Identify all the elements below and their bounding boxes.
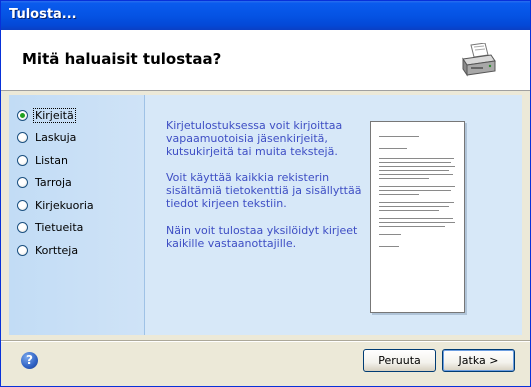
dialog-header: Mitä haluaisit tulostaa?: [1, 30, 530, 91]
description-paragraph-2: Voit käyttää kaikkia rekisterin sisältäm…: [166, 171, 362, 210]
description-paragraph-1: Kirjetulostuksessa voit kirjoittaa vapaa…: [166, 119, 343, 158]
option-item[interactable]: Laskuja: [17, 130, 77, 146]
option-item[interactable]: Kirjekuoria: [17, 197, 95, 213]
print-dialog: Tulosta... Mitä haluaisit tulostaa? Kirj…: [0, 0, 531, 387]
cancel-button[interactable]: Peruuta: [363, 349, 436, 372]
option-item[interactable]: Kortteja: [17, 242, 79, 258]
description-paragraph-3: Näin voit tulostaa yksilöidyt kirjeet ka…: [166, 224, 358, 250]
option-item[interactable]: Tarroja: [17, 175, 73, 191]
option-item[interactable]: Listan: [17, 152, 69, 168]
radio-button[interactable]: [17, 109, 28, 121]
radio-button[interactable]: [17, 132, 28, 143]
help-icon[interactable]: ?: [21, 352, 38, 369]
option-item[interactable]: Kirjeitä: [17, 107, 76, 123]
radio-selected-dot: [20, 112, 25, 118]
radio-button[interactable]: [17, 244, 28, 256]
next-button[interactable]: Jatka >: [442, 349, 515, 372]
option-item[interactable]: Tietueita: [17, 220, 84, 236]
option-label: Tietueita: [35, 221, 84, 234]
radio-button[interactable]: [17, 199, 28, 211]
option-label: Kirjeitä: [33, 107, 76, 123]
window-title: Tulosta...: [9, 7, 77, 22]
option-label: Kortteja: [35, 243, 79, 257]
radio-button[interactable]: [17, 222, 28, 233]
option-label: Tarroja: [35, 176, 72, 189]
radio-button[interactable]: [17, 177, 28, 188]
radio-button[interactable]: [17, 154, 28, 166]
option-label: Laskuja: [35, 131, 77, 144]
letter-preview: [370, 121, 465, 313]
option-label: Listan: [35, 153, 68, 167]
page-title: Mitä haluaisit tulostaa?: [22, 50, 222, 68]
option-label: Kirjekuoria: [35, 198, 94, 212]
printer-icon: [462, 43, 496, 77]
footer-divider: [1, 340, 530, 342]
title-bar[interactable]: Tulosta...: [1, 1, 530, 30]
